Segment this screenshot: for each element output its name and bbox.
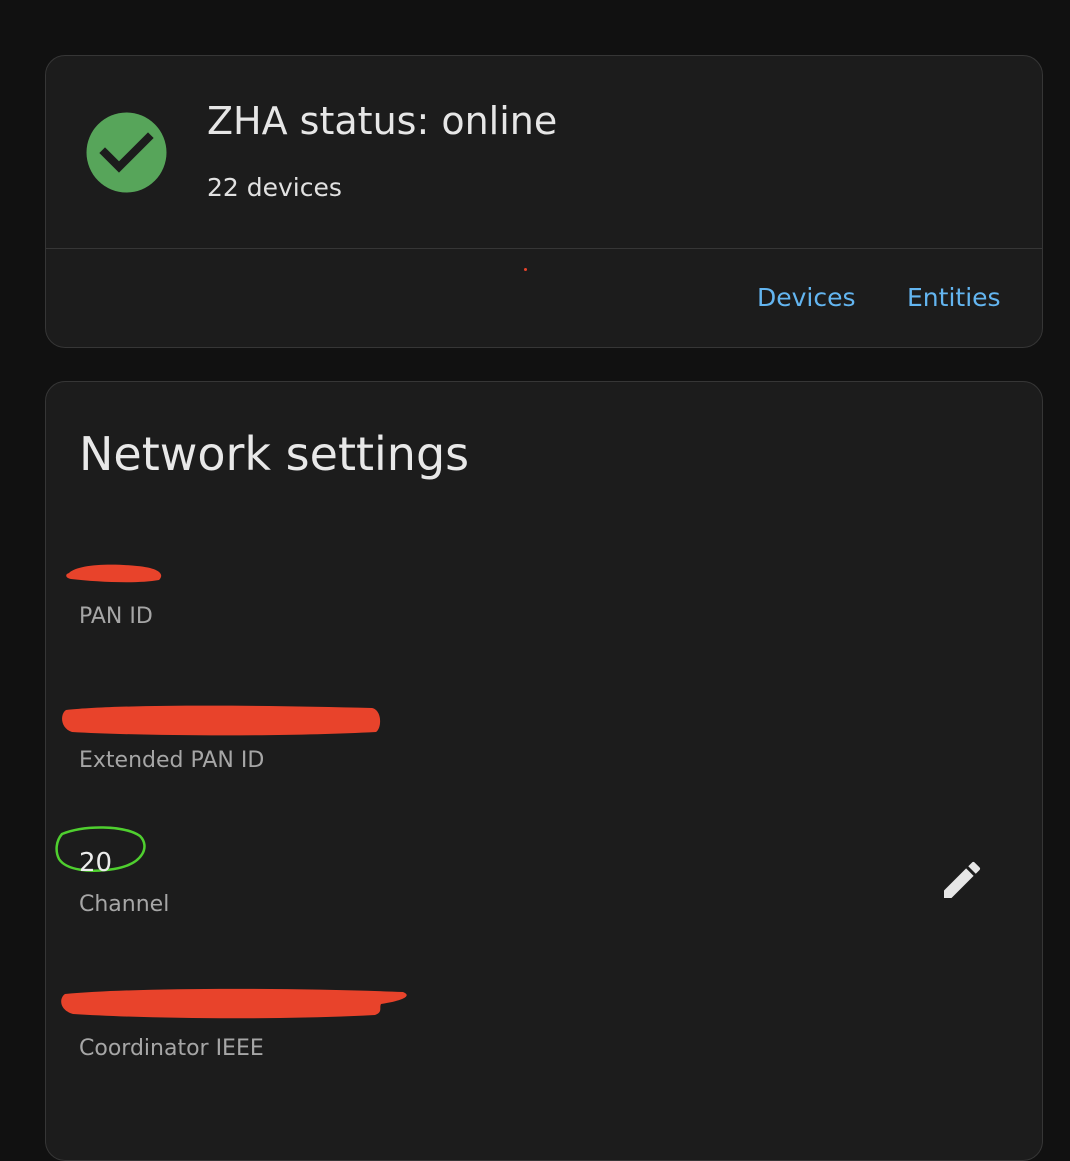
pan-id-label: PAN ID xyxy=(79,604,153,629)
channel-label: Channel xyxy=(79,892,170,917)
setting-pan-id: PAN ID xyxy=(66,558,679,638)
device-count: 22 devices xyxy=(207,173,342,202)
network-settings-title: Network settings xyxy=(79,427,470,481)
setting-coordinator-ieee: Coordinator IEEE xyxy=(61,988,679,1070)
entities-button[interactable]: Entities xyxy=(907,281,1001,315)
status-title: ZHA status: online xyxy=(207,99,558,143)
redaction-mark xyxy=(61,988,407,1019)
coordinator-ieee-label: Coordinator IEEE xyxy=(79,1036,264,1061)
devices-button[interactable]: Devices xyxy=(757,281,856,315)
red-speck-mark xyxy=(524,268,527,271)
setting-extended-pan-id: Extended PAN ID xyxy=(62,702,679,782)
extended-pan-id-label: Extended PAN ID xyxy=(79,748,265,773)
card-divider xyxy=(46,248,1042,249)
redaction-mark xyxy=(66,564,162,583)
zha-status-card: ZHA status: online 22 devices Devices En… xyxy=(45,55,1043,348)
channel-value: 20 xyxy=(79,848,113,878)
pencil-icon[interactable] xyxy=(938,856,986,904)
check-circle-icon xyxy=(86,112,167,193)
setting-channel: 20 Channel xyxy=(55,826,679,926)
redaction-mark xyxy=(62,705,381,736)
network-settings-card: Network settings PAN ID Extended PAN ID … xyxy=(45,381,1043,1161)
